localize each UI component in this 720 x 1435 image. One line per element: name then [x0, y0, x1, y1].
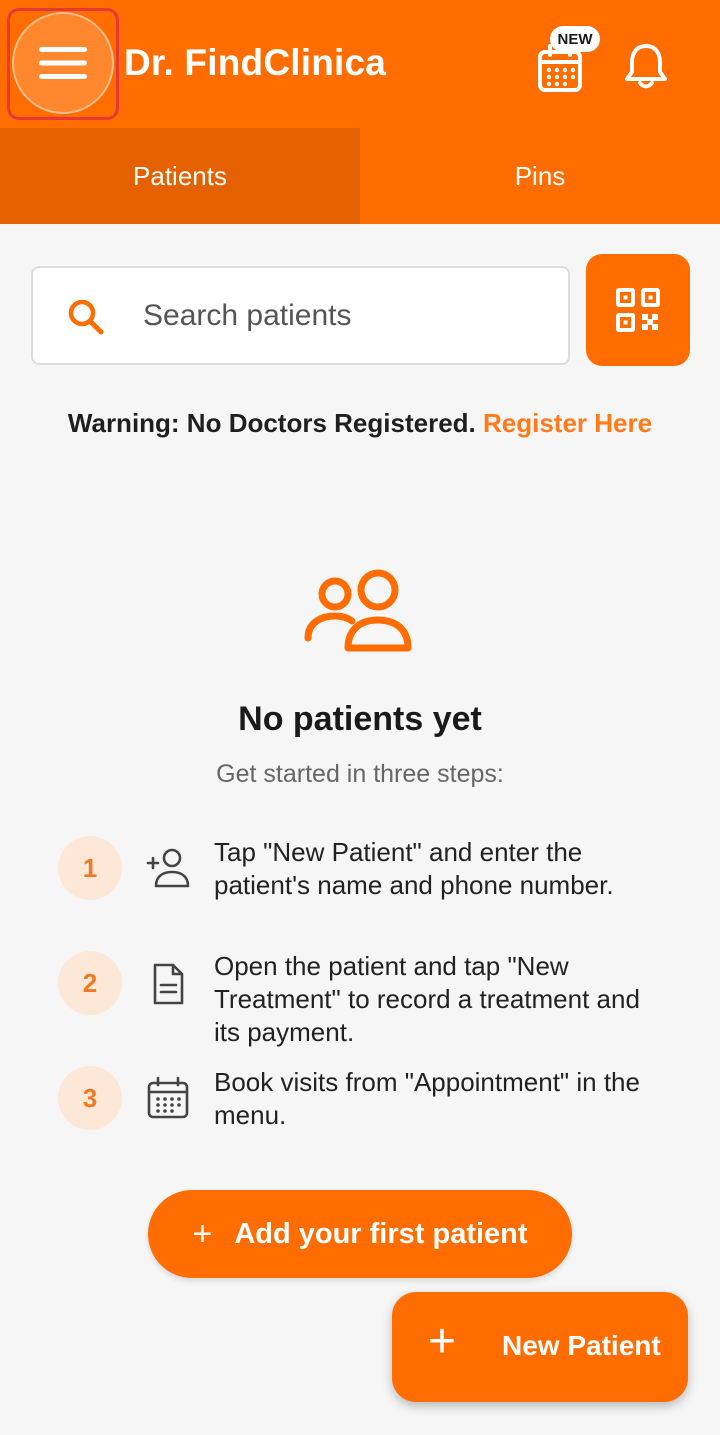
plus-icon: + [428, 1315, 457, 1368]
empty-state-subtitle: Get started in three steps: [216, 760, 504, 788]
calendar-icon [147, 1076, 189, 1119]
document-icon [153, 963, 184, 1005]
tab-pins[interactable]: Pins [360, 128, 720, 224]
step-3: 3 Book visits from "Appointment" in the … [58, 1066, 678, 1132]
search-input[interactable] [143, 292, 543, 340]
step-number: 2 [58, 951, 122, 1015]
users-icon [304, 569, 412, 652]
app-title: Dr. FindClinica [124, 42, 387, 83]
new-badge: NEW [550, 26, 600, 52]
step-text: Open the patient and tap "New Treatment"… [214, 951, 640, 1047]
menu-button[interactable] [12, 12, 114, 114]
add-first-patient-button[interactable]: + Add your first patient [148, 1190, 572, 1278]
step-1: 1 Tap "New Patient" and enter the patien… [58, 836, 678, 902]
new-patient-fab[interactable]: + New Patient [392, 1292, 688, 1402]
step-text: Book visits from "Appointment" in the me… [214, 1067, 640, 1130]
step-number: 3 [58, 1066, 122, 1130]
qr-scan-button[interactable] [586, 254, 690, 366]
plus-icon: + [192, 1215, 213, 1253]
search-bar[interactable] [31, 266, 570, 365]
qr-code-icon [616, 288, 660, 332]
empty-state-title: No patients yet [238, 700, 482, 738]
step-text: Tap "New Patient" and enter the patient'… [214, 837, 614, 900]
register-here-link[interactable]: Register Here [483, 408, 652, 438]
no-doctors-warning: Warning: No Doctors Registered. Register… [0, 408, 720, 439]
tab-patients[interactable]: Patients [0, 128, 360, 224]
app-bar: Dr. FindClinica NEW [0, 0, 720, 128]
notifications-button[interactable] [620, 40, 672, 92]
warning-text: Warning: No Doctors Registered. [67, 408, 476, 438]
step-number: 1 [58, 836, 122, 900]
step-2: 2 Open the patient and tap "New Treatmen… [58, 950, 678, 1050]
add-first-patient-label: Add your first patient [234, 1217, 528, 1250]
hamburger-menu-icon [39, 47, 87, 79]
tab-bar: Patients Pins [0, 128, 720, 224]
add-user-icon [146, 848, 190, 888]
new-patient-label: New Patient [502, 1330, 661, 1361]
bell-icon [625, 44, 667, 89]
search-icon [68, 299, 104, 335]
